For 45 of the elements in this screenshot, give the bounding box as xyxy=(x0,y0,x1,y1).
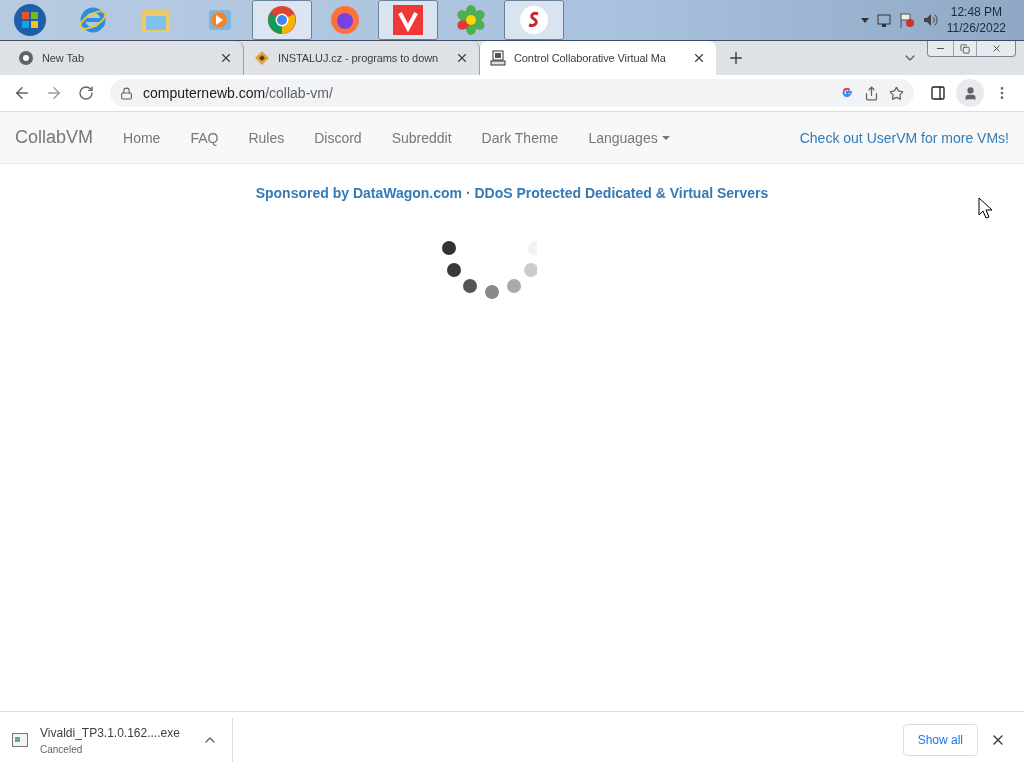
address-bar[interactable]: computernewb.com/collab-vm/ xyxy=(110,79,914,107)
nav-link[interactable]: Discord xyxy=(299,129,377,146)
diamond-icon xyxy=(254,50,270,66)
forward-icon xyxy=(45,84,63,102)
close-icon[interactable] xyxy=(692,51,706,65)
star-icon[interactable] xyxy=(889,85,904,101)
file-icon xyxy=(12,733,28,747)
download-filename[interactable]: Vivaldi_TP3.1.0.162....exe xyxy=(40,725,190,740)
browser-circle-icon xyxy=(18,50,34,66)
g-logo-icon[interactable] xyxy=(840,86,854,100)
profile-button[interactable] xyxy=(956,79,984,107)
back-icon xyxy=(13,84,31,102)
caret-icon[interactable] xyxy=(860,17,869,23)
nav-link[interactable]: FAQ xyxy=(175,129,234,146)
speaker-icon[interactable] xyxy=(922,13,939,27)
uservm-link[interactable]: Check out UserVM for more VMs! xyxy=(799,129,1009,146)
nav-link[interactable]: Home xyxy=(108,129,176,146)
sponsor-text: Sponsored by DataWagon.com · DDoS Protected Dedicated & Virtual Servers xyxy=(255,185,769,201)
browser-tab[interactable]: Control Collaborative Virtual Ma xyxy=(480,41,716,75)
clock-time: 12:48 PM xyxy=(950,4,1003,20)
close-icon[interactable] xyxy=(455,51,469,65)
computer-icon xyxy=(490,50,506,66)
v-logo-icon[interactable] xyxy=(378,0,438,40)
brand-name[interactable]: CollabVM xyxy=(15,127,94,148)
lock-icon xyxy=(120,86,133,100)
show-all-button[interactable]: Show all xyxy=(902,724,978,756)
side-panel-icon xyxy=(930,85,946,101)
clock-date: 11/26/2022 xyxy=(946,20,1006,36)
flag-icon[interactable] xyxy=(898,12,915,28)
s-logo-icon[interactable] xyxy=(504,0,564,40)
download-status: Canceled xyxy=(40,743,84,755)
close-icon[interactable] xyxy=(219,51,233,65)
languages-dropdown[interactable]: Languages xyxy=(573,129,685,146)
caret-icon xyxy=(661,135,670,140)
restore-icon xyxy=(960,43,970,54)
cursor-icon xyxy=(978,197,992,219)
nav-link[interactable]: Rules xyxy=(233,129,300,146)
plus-icon xyxy=(727,49,745,67)
nav-link[interactable]: Dark Theme xyxy=(466,129,574,146)
reload-icon xyxy=(78,85,94,101)
share-icon[interactable] xyxy=(864,85,879,101)
person-icon xyxy=(962,85,978,101)
browser-tab[interactable]: New Tab xyxy=(8,41,244,75)
close-icon xyxy=(990,43,1002,54)
nav-link[interactable]: Subreddit xyxy=(376,129,467,146)
